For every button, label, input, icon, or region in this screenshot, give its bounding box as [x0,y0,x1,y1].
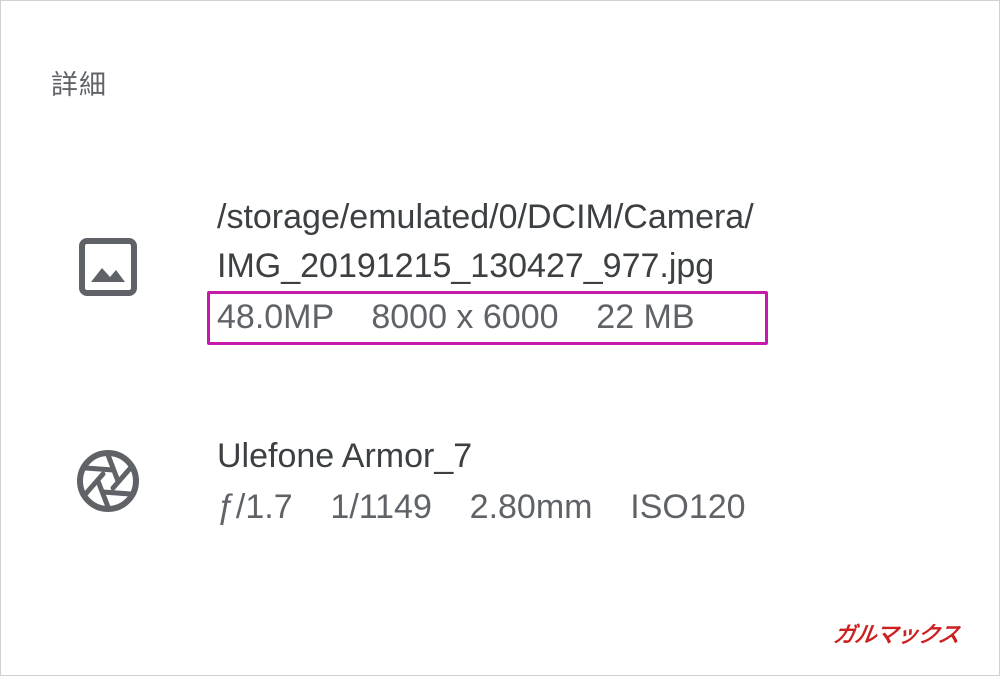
section-title: 詳細 [51,70,107,101]
camera-model: Ulefone Armor_7 [217,437,473,475]
file-path-line1: /storage/emulated/0/DCIM/Camera/ [217,198,754,236]
file-path-line2: IMG_20191215_130427_977.jpg [217,247,715,285]
camera-details: ƒ/1.7 1/1149 2.80mm ISO120 [217,488,746,526]
details-panel: 詳細 /storage/emulated/0/DCIM/Camera/ IMG_… [0,0,1000,676]
aperture-icon [75,448,141,514]
image-icon [79,238,137,296]
watermark-logo: ガルマックス [831,623,961,648]
highlight-box [207,291,768,345]
